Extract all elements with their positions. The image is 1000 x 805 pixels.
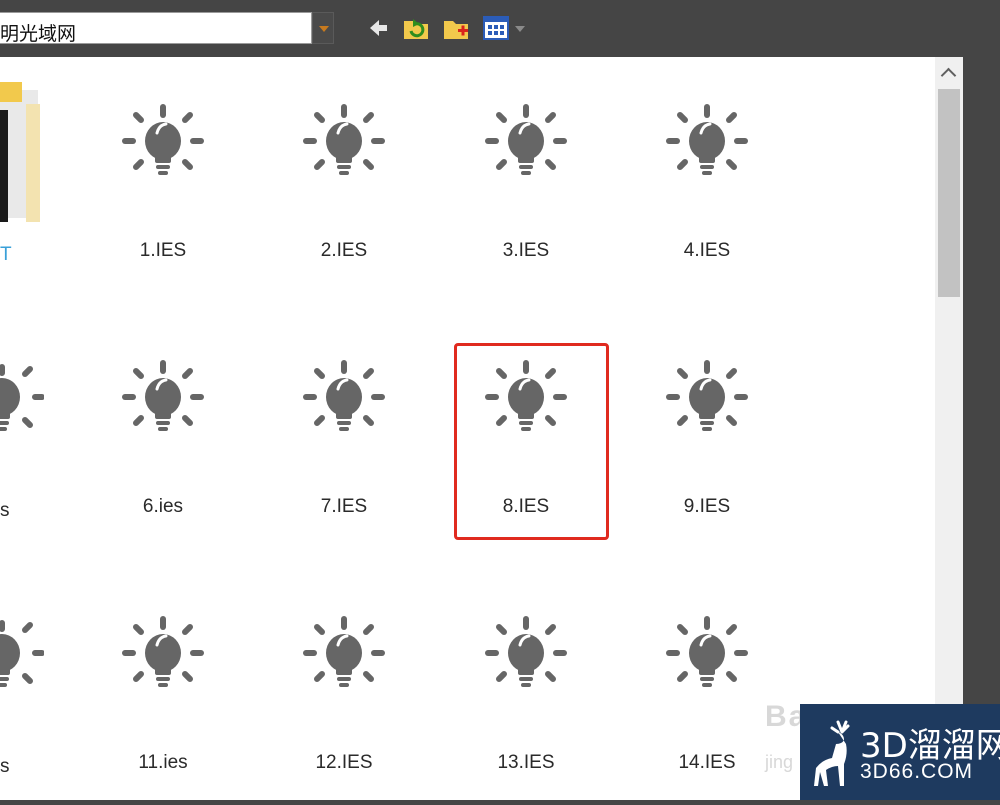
scroll-thumb[interactable] (938, 89, 960, 297)
ies-file-item[interactable]: 13.IES (461, 615, 591, 805)
file-browser-pane: T s s 1.IES 2.IES 3.IES 4.IES 6.ies 7.IE… (0, 57, 963, 800)
ies-file-item[interactable]: 11.ies (98, 615, 228, 805)
scroll-up-arrow-icon[interactable] (935, 61, 963, 87)
ies-file-item[interactable]: 4.IES (642, 103, 772, 293)
file-name: 13.IES (497, 752, 555, 773)
file-name: 2.IES (320, 240, 368, 261)
watermark-logo: 3D溜溜网 3D66.COM (800, 704, 1000, 800)
file-name: 12.IES (315, 752, 373, 773)
ies-file-item[interactable]: 9.IES (642, 359, 772, 549)
file-name: 6.ies (142, 496, 184, 517)
ies-file-item[interactable]: 14.IES (642, 615, 772, 805)
lightbulb-icon (485, 616, 567, 687)
lightbulb-icon (303, 616, 385, 687)
partial-item-label: s (0, 756, 10, 777)
back-arrow-icon[interactable] (364, 14, 392, 42)
ies-file-item[interactable]: 2.IES (279, 103, 409, 293)
faded-watermark-subtext: jing (765, 752, 794, 772)
lightbulb-icon (303, 104, 385, 175)
watermark-subtitle: 3D66.COM (860, 760, 974, 783)
lightbulb-icon (666, 104, 748, 175)
lightbulb-icon (666, 616, 748, 687)
file-name: 11.ies (138, 752, 188, 773)
file-name: 3.IES (502, 240, 550, 261)
vertical-scrollbar[interactable] (935, 57, 963, 800)
view-options-icon[interactable] (482, 14, 528, 42)
partial-item-label: T (0, 244, 12, 265)
lightbulb-icon (122, 104, 204, 175)
lightbulb-icon (485, 104, 567, 175)
file-name: 9.IES (683, 496, 731, 517)
file-name: 1.IES (139, 240, 187, 261)
lightbulb-icon (122, 360, 204, 431)
lightbulb-icon (666, 360, 748, 431)
ies-file-item[interactable]: 1.IES (98, 103, 228, 293)
toolbar: 明光域网 (0, 0, 1000, 57)
file-name: 7.IES (320, 496, 368, 517)
ies-file-item[interactable]: 12.IES (279, 615, 409, 805)
lightbulb-icon[interactable] (0, 359, 44, 445)
path-combobox[interactable]: 明光域网 (0, 12, 312, 45)
new-folder-icon[interactable] (442, 14, 470, 42)
ies-file-item[interactable]: 6.ies (98, 359, 228, 549)
lightbulb-icon[interactable] (0, 615, 44, 701)
file-name: 14.IES (678, 752, 736, 773)
path-dropdown-button[interactable] (312, 12, 334, 44)
lightbulb-icon (303, 360, 385, 431)
partial-item-label: s (0, 500, 10, 521)
file-name: 4.IES (683, 240, 731, 261)
selection-highlight (454, 343, 609, 540)
deer-logo-icon (814, 720, 850, 786)
refresh-folder-icon[interactable] (402, 14, 430, 42)
path-text: 明光域网 (0, 23, 77, 45)
lightbulb-icon (122, 616, 204, 687)
ies-file-item[interactable]: 7.IES (279, 359, 409, 549)
ies-file-item[interactable]: 3.IES (461, 103, 591, 293)
folder-icon[interactable] (0, 82, 46, 222)
